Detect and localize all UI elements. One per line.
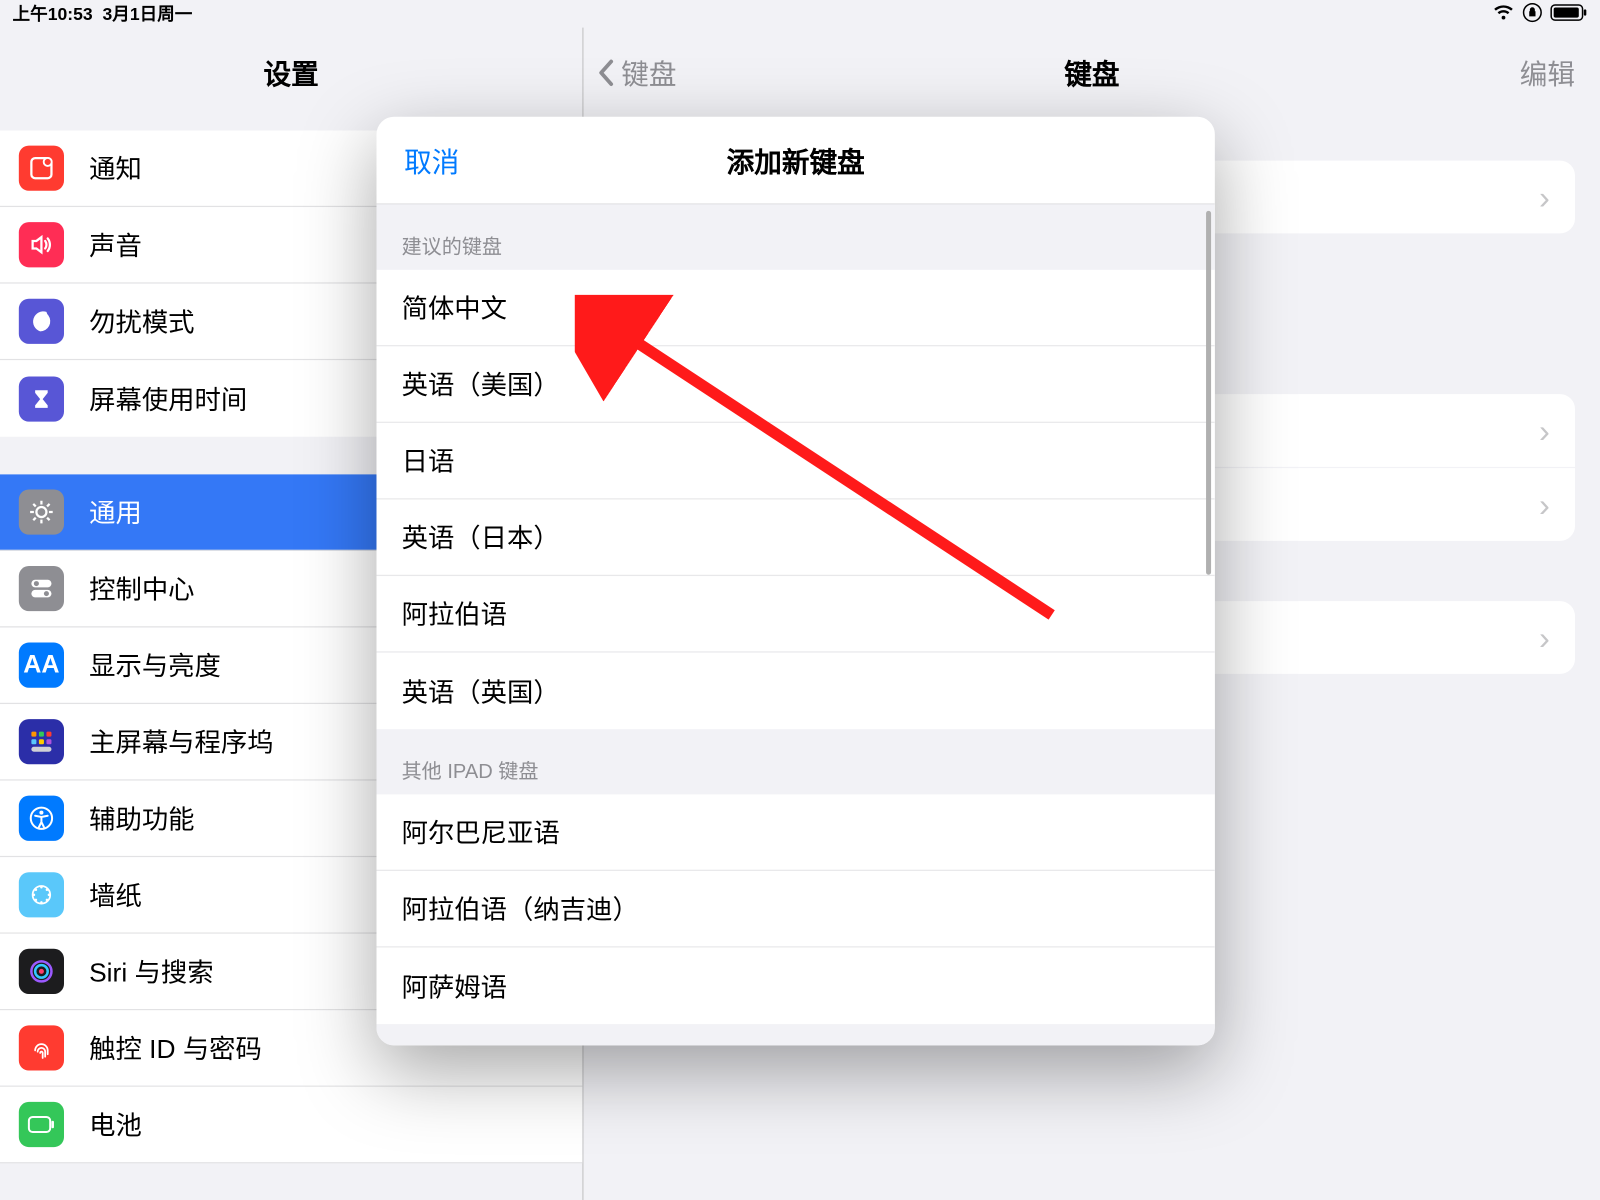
keyboard-option[interactable]: 日语 [377,423,1215,500]
battery-setting-icon [19,1102,64,1147]
chevron-right-icon: › [1539,618,1550,657]
modal-title: 添加新键盘 [727,140,865,180]
sidebar-item-label: 勿扰模式 [89,302,194,340]
scroll-indicator [1206,211,1211,575]
back-label: 键盘 [621,53,676,93]
sidebar-item-label: 辅助功能 [89,799,194,837]
sidebar-item-battery[interactable]: 电池 [0,1087,582,1164]
screentime-icon [19,376,64,421]
keyboard-option[interactable]: 阿尔巴尼亚语 [377,794,1215,871]
siri-icon [19,949,64,994]
edit-button[interactable]: 编辑 [1520,53,1575,93]
status-left: 上午10:53 3月1日周一 [13,1,198,26]
status-right [1492,2,1587,26]
sidebar-item-label: 通用 [89,493,142,531]
detail-header: 键盘 键盘 编辑 [584,28,1600,118]
chevron-right-icon: › [1539,485,1550,524]
keyboard-option[interactable]: 英语（日本） [377,499,1215,576]
sidebar-item-label: 触控 ID 与密码 [89,1029,262,1067]
keyboard-option[interactable]: 阿萨姆语 [377,948,1215,1025]
sidebar-item-label: 控制中心 [89,570,194,608]
back-button[interactable]: 键盘 [596,53,676,93]
cancel-button[interactable]: 取消 [404,140,459,180]
section-header-other: 其他 IPAD 键盘 [377,729,1215,794]
chevron-left-icon [596,58,616,88]
chevron-right-icon: › [1539,178,1550,217]
sounds-icon [19,222,64,267]
dnd-icon [19,299,64,344]
accessibility-icon [19,796,64,841]
keyboard-option[interactable]: 阿拉伯语（纳吉迪） [377,871,1215,948]
sidebar-item-label: 电池 [89,1106,142,1144]
general-icon [19,489,64,534]
sidebar-item-label: 显示与亮度 [89,646,221,684]
orientation-lock-icon [1522,2,1542,26]
status-date: 3月1日周一 [103,4,193,24]
add-keyboard-modal: 取消 添加新键盘 建议的键盘 简体中文 英语（美国） 日语 英语（日本） 阿拉伯… [377,117,1215,1046]
homescreen-icon [19,719,64,764]
section-header-suggested: 建议的键盘 [377,205,1215,270]
chevron-right-icon: › [1539,411,1550,450]
status-time: 上午10:53 [13,4,93,24]
wallpaper-icon [19,872,64,917]
detail-title: 键盘 [1064,53,1119,93]
wifi-icon [1492,4,1515,24]
sidebar-item-label: 通知 [89,149,142,187]
modal-header: 取消 添加新键盘 [377,117,1215,205]
control-center-icon [19,566,64,611]
sidebar-item-label: 主屏幕与程序坞 [89,723,273,761]
keyboard-option[interactable]: 英语（美国） [377,346,1215,423]
sidebar-title: 设置 [0,28,582,118]
touchid-icon [19,1025,64,1070]
sidebar-item-label: Siri 与搜索 [89,953,213,991]
keyboard-option[interactable]: 简体中文 [377,270,1215,347]
display-icon: AA [19,643,64,688]
battery-icon [1550,3,1588,24]
sidebar-item-label: 屏幕使用时间 [89,380,247,418]
keyboard-option[interactable]: 英语（英国） [377,653,1215,730]
modal-body[interactable]: 建议的键盘 简体中文 英语（美国） 日语 英语（日本） 阿拉伯语 英语（英国） … [377,205,1215,1046]
notifications-icon [19,146,64,191]
status-bar: 上午10:53 3月1日周一 [0,0,1600,28]
sidebar-item-label: 声音 [89,226,142,264]
sidebar-item-label: 墙纸 [89,876,142,914]
keyboard-option[interactable]: 阿拉伯语 [377,576,1215,653]
